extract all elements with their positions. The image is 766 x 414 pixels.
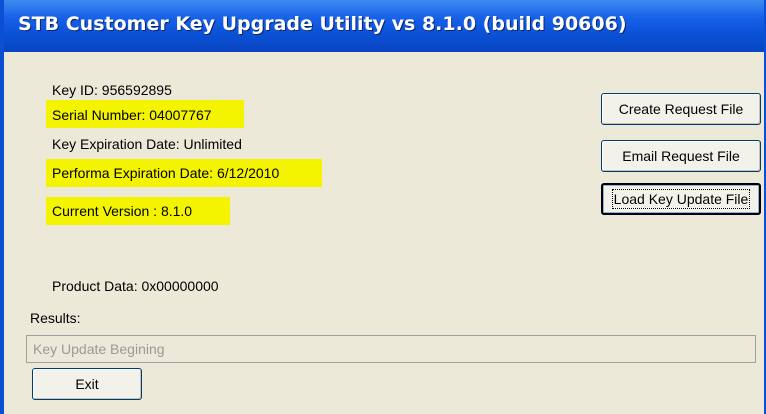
- key-id-label: Key ID: 956592895: [52, 82, 172, 98]
- exit-button-label: Exit: [75, 376, 99, 392]
- create-request-file-button[interactable]: Create Request File: [601, 93, 761, 125]
- email-request-file-button[interactable]: Email Request File: [601, 140, 761, 172]
- product-data-label: Product Data: 0x00000000: [52, 278, 219, 294]
- create-request-file-label: Create Request File: [618, 101, 744, 117]
- current-version-label: Current Version : 8.1.0: [52, 203, 193, 219]
- results-label: Results:: [30, 310, 81, 326]
- exit-button[interactable]: Exit: [32, 368, 142, 400]
- load-key-update-file-button[interactable]: Load Key Update File: [601, 183, 761, 215]
- key-expiration-label: Key Expiration Date: Unlimited: [52, 136, 242, 152]
- utility-window: STB Customer Key Upgrade Utility vs 8.1.…: [0, 0, 766, 414]
- performa-expiration-label: Performa Expiration Date: 6/12/2010: [52, 165, 280, 181]
- email-request-file-label: Email Request File: [622, 148, 740, 164]
- load-key-update-file-label: Load Key Update File: [611, 189, 751, 209]
- results-field[interactable]: [26, 335, 756, 363]
- window-client-area: Key ID: 956592895 Serial Number: 0400776…: [4, 52, 764, 414]
- window-title: STB Customer Key Upgrade Utility vs 8.1.…: [18, 13, 627, 35]
- serial-number-label: Serial Number: 04007767: [52, 107, 212, 123]
- title-bar[interactable]: STB Customer Key Upgrade Utility vs 8.1.…: [4, 0, 764, 52]
